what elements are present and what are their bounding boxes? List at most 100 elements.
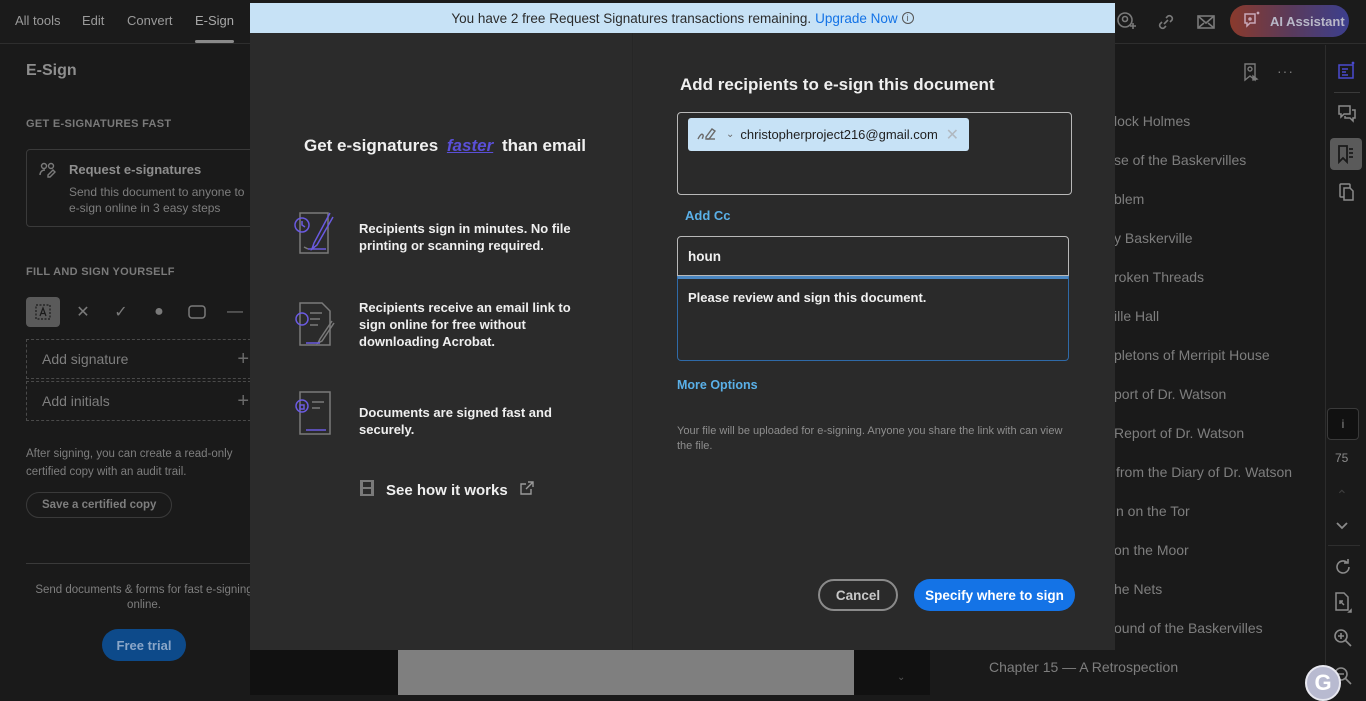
- request-card-description: Send this document to anyone to e-sign o…: [69, 185, 245, 215]
- banner-text: You have 2 free Request Signatures trans…: [451, 10, 812, 26]
- document-page: [398, 650, 854, 695]
- link-icon[interactable]: [1155, 11, 1177, 33]
- hero-prefix: Get e-signatures: [304, 136, 439, 155]
- cancel-button[interactable]: Cancel: [818, 579, 898, 611]
- recipient-email: christopherproject216@gmail.com: [740, 127, 938, 142]
- pages-icon[interactable]: [1334, 179, 1360, 205]
- comments-icon[interactable]: [1334, 100, 1360, 126]
- page-down-icon[interactable]: [1335, 518, 1349, 536]
- tab-e-sign[interactable]: E-Sign: [195, 13, 235, 43]
- free-trial-button[interactable]: Free trial: [102, 629, 186, 661]
- recipients-field[interactable]: ⌄ christopherproject216@gmail.com ✕: [677, 112, 1072, 195]
- dialog-title: Add recipients to e-sign this document: [680, 75, 995, 94]
- cross-tool-icon[interactable]: ✕: [64, 297, 102, 327]
- save-certified-copy-button[interactable]: Save a certified copy: [26, 492, 173, 518]
- remove-recipient-icon[interactable]: ✕: [946, 125, 959, 145]
- bookmark-item[interactable]: blem: [1114, 191, 1144, 207]
- e-sign-panel: E-Sign GET E-SIGNATURES FAST Request e-s…: [0, 45, 266, 695]
- rail-divider: [1328, 545, 1360, 546]
- grammarly-badge[interactable]: G: [1305, 665, 1341, 701]
- plus-icon: +: [237, 389, 249, 412]
- certified-copy-note: After signing, you can create a read-onl…: [26, 448, 233, 478]
- bookmarks-icon[interactable]: [1330, 138, 1362, 170]
- bookmark-item[interactable]: ille Hall: [1114, 308, 1159, 324]
- subject-input[interactable]: [677, 236, 1069, 276]
- feature-text-1: Recipients sign in minutes. No file prin…: [359, 221, 571, 253]
- sign-notify-icon: [292, 299, 340, 347]
- bookmark-item[interactable]: on the Moor: [1114, 542, 1189, 558]
- see-how-it-works-link[interactable]: See how it works: [360, 480, 534, 500]
- sign-timer-icon: [292, 209, 340, 257]
- more-options-icon[interactable]: ···: [1277, 63, 1294, 79]
- section-heading-fill-sign: FILL AND SIGN YOURSELF: [26, 266, 175, 278]
- ai-overview-icon[interactable]: [1334, 58, 1360, 84]
- feature-text-3: Documents are signed fast and securely.: [359, 405, 552, 437]
- divider: [26, 563, 250, 564]
- external-link-icon: [520, 481, 534, 499]
- bookmark-add-icon[interactable]: [1243, 62, 1259, 87]
- check-tool-icon[interactable]: ✓: [102, 297, 140, 327]
- bookmark-item[interactable]: pletons of Merripit House: [1114, 347, 1270, 363]
- see-how-label: See how it works: [386, 481, 508, 499]
- hero-suffix: than email: [501, 136, 587, 155]
- ai-assistant-button[interactable]: AI Assistant: [1230, 5, 1349, 37]
- request-signatures-dialog: You have 2 free Request Signatures trans…: [250, 3, 1115, 650]
- scroll-down-icon[interactable]: ⌄: [897, 672, 905, 683]
- dot-tool-icon[interactable]: ●: [140, 297, 178, 327]
- bookmark-item[interactable]: Chapter 15 — A Retrospection: [989, 659, 1178, 675]
- dialog-form-pane: Add recipients to e-sign this document ⌄…: [634, 33, 1115, 650]
- hero-emphasis: faster: [446, 136, 494, 155]
- add-signature-label: Add signature: [42, 351, 129, 367]
- line-tool-icon[interactable]: —: [216, 297, 254, 327]
- hero-heading: Get e-signatures faster than email: [304, 136, 586, 156]
- role-chevron-icon[interactable]: ⌄: [726, 129, 734, 140]
- request-signature-icon: [38, 161, 58, 186]
- bookmark-item[interactable]: port of Dr. Watson: [1114, 386, 1226, 402]
- bookmark-item[interactable]: n on the Tor: [1116, 503, 1190, 519]
- bookmark-item[interactable]: roken Threads: [1114, 269, 1204, 285]
- tab-edit[interactable]: Edit: [82, 13, 104, 28]
- zoom-in-icon[interactable]: [1333, 628, 1353, 653]
- promo-text: Send documents & forms for fast e-signin…: [35, 584, 253, 611]
- mail-icon[interactable]: [1195, 11, 1217, 33]
- bookmark-item[interactable]: Report of Dr. Watson: [1114, 425, 1244, 441]
- bookmark-item[interactable]: lock Holmes: [1114, 113, 1190, 129]
- page-up-icon[interactable]: ⌃: [1336, 487, 1348, 504]
- add-user-icon[interactable]: [1115, 11, 1137, 33]
- fill-sign-toolbar: ✕ ✓ ● —: [26, 297, 254, 327]
- upgrade-now-link[interactable]: Upgrade Now: [815, 11, 898, 26]
- section-heading-fast: GET E-SIGNATURES FAST: [26, 118, 172, 130]
- message-textarea[interactable]: Please review and sign this document.: [677, 276, 1069, 361]
- video-icon: [360, 480, 374, 500]
- transactions-banner: You have 2 free Request Signatures trans…: [250, 3, 1115, 33]
- add-cc-link[interactable]: Add Cc: [685, 208, 731, 223]
- add-initials-button[interactable]: Add initials +: [26, 381, 256, 421]
- signer-icon[interactable]: [696, 125, 720, 144]
- upload-note: Your file will be uploaded for e-signing…: [677, 425, 1063, 452]
- info-icon[interactable]: i: [901, 12, 914, 24]
- bookmark-item[interactable]: ound of the Baskervilles: [1114, 620, 1263, 636]
- ai-chat-icon: [1242, 10, 1262, 33]
- bookmark-item[interactable]: se of the Baskervilles: [1114, 152, 1246, 168]
- tab-convert[interactable]: Convert: [127, 13, 173, 28]
- add-initials-label: Add initials: [42, 393, 110, 409]
- specify-where-to-sign-button[interactable]: Specify where to sign: [914, 579, 1075, 611]
- fit-page-icon[interactable]: [1333, 591, 1353, 618]
- bookmark-item[interactable]: he Nets: [1114, 581, 1162, 597]
- add-signature-button[interactable]: Add signature +: [26, 339, 256, 379]
- more-options-link[interactable]: More Options: [677, 378, 758, 392]
- bookmark-item[interactable]: y Baskerville: [1114, 230, 1193, 246]
- request-card-title: Request e-signatures: [69, 162, 202, 177]
- recipient-chip[interactable]: ⌄ christopherproject216@gmail.com ✕: [688, 118, 969, 151]
- rail-divider: [1334, 92, 1360, 93]
- rectangle-tool-icon[interactable]: [178, 297, 216, 327]
- rotate-icon[interactable]: [1333, 557, 1353, 582]
- request-e-signatures-card[interactable]: Request e-signatures Send this document …: [26, 149, 266, 227]
- page-number-box[interactable]: i: [1327, 408, 1359, 440]
- feature-text-2: Recipients receive an email link to sign…: [359, 300, 571, 349]
- plus-icon: +: [237, 347, 249, 370]
- text-tool-icon[interactable]: [26, 297, 60, 327]
- bookmark-item[interactable]: from the Diary of Dr. Watson: [1116, 464, 1292, 480]
- dialog-info-pane: Get e-signatures faster than email Recip…: [250, 33, 633, 650]
- tab-all-tools[interactable]: All tools: [15, 13, 61, 28]
